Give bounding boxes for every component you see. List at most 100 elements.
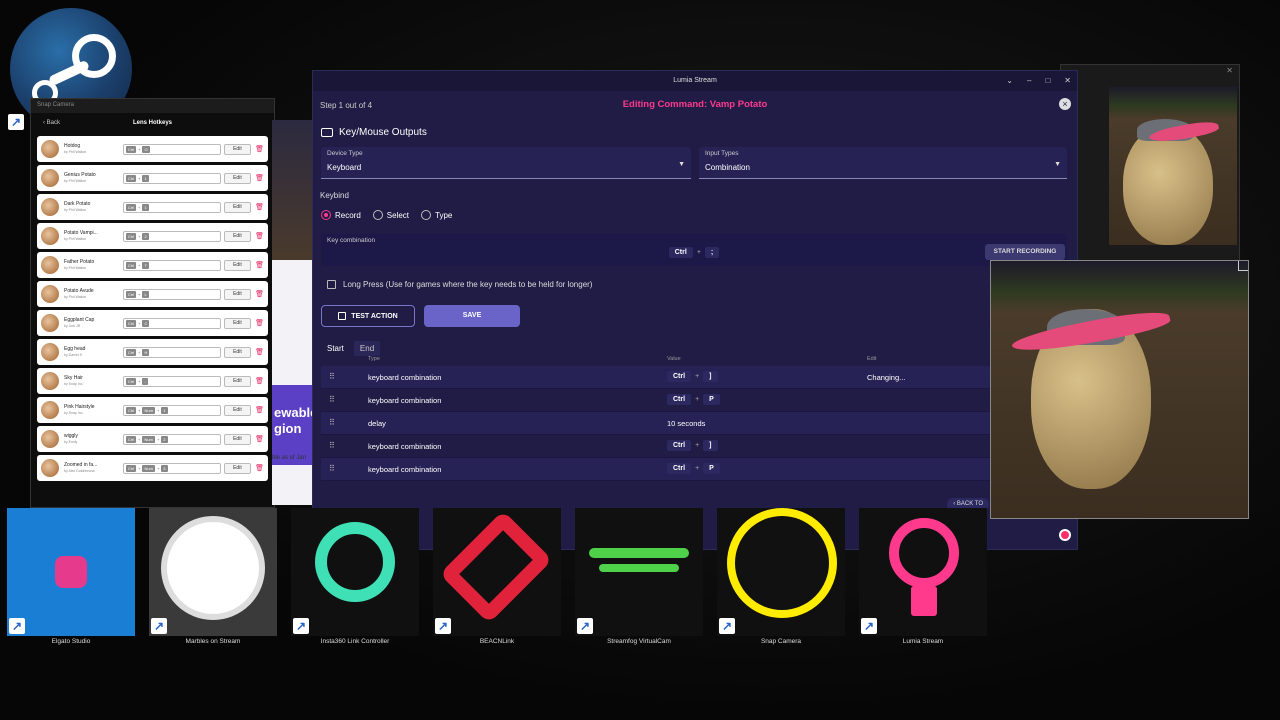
- tab-start[interactable]: Start: [321, 341, 350, 356]
- hotkey-field[interactable]: Ctrl + Num +1: [122, 404, 221, 416]
- hotkey-field[interactable]: Ctrl + Num +3: [122, 462, 221, 474]
- table-row[interactable]: ⠿ keyboard combination Ctrl + ] Changing…: [321, 366, 1067, 389]
- trash-icon[interactable]: 🗑: [255, 435, 264, 443]
- shortcut-arrow-icon: ↗: [719, 618, 735, 634]
- edit-button[interactable]: Edit: [223, 230, 252, 242]
- trash-icon[interactable]: 🗑: [255, 203, 264, 211]
- edit-button[interactable]: Edit: [223, 259, 252, 271]
- desktop-shortcut[interactable]: ↗ Insta360 Link Controller: [291, 508, 419, 648]
- table-row[interactable]: ⠿ keyboard combination Ctrl + P: [321, 389, 1067, 412]
- key-chip: Ctrl: [668, 247, 693, 258]
- drag-handle-icon[interactable]: ⠿: [329, 418, 335, 427]
- hotkey-field[interactable]: Ctrl + L: [122, 288, 221, 300]
- shortcut-label: Insta360 Link Controller: [320, 638, 390, 645]
- edit-button[interactable]: Edit: [223, 433, 252, 445]
- lens-avatar: [41, 198, 59, 216]
- trash-icon[interactable]: 🗑: [255, 261, 264, 269]
- trash-icon[interactable]: 🗑: [255, 145, 264, 153]
- row-value: 10 seconds: [667, 419, 706, 428]
- desktop-shortcut[interactable]: ↗ Streamfog VirtualCam: [575, 508, 703, 648]
- radio-select[interactable]: Select: [372, 210, 409, 220]
- desktop-shortcut[interactable]: ↗ Marbles on Stream: [149, 508, 277, 648]
- hotkey-field[interactable]: Ctrl + C: [122, 317, 221, 329]
- trash-icon[interactable]: 🗑: [255, 406, 264, 414]
- trash-icon[interactable]: 🗑: [255, 174, 264, 182]
- app-icon: [149, 508, 277, 636]
- desktop-shortcut[interactable]: ↗ BEACNLink: [433, 508, 561, 648]
- input-types-select[interactable]: Input Types Combination ▼: [699, 147, 1067, 179]
- record-indicator-icon[interactable]: [1059, 529, 1071, 541]
- hotkey-field[interactable]: Ctrl + Num +2: [122, 433, 221, 445]
- close-icon[interactable]: ✕: [1226, 66, 1233, 75]
- row-edit[interactable]: Changing...: [867, 373, 905, 382]
- trash-icon[interactable]: 🗑: [255, 348, 264, 356]
- edit-button[interactable]: Edit: [223, 462, 252, 474]
- edit-button[interactable]: Edit: [223, 317, 252, 329]
- close-icon[interactable]: ✕: [1064, 71, 1071, 91]
- lens-row: Father Potato by Phil Walton Ctrl + T Edit …: [37, 252, 268, 278]
- caret-down-icon: ▼: [1054, 161, 1061, 168]
- edit-button[interactable]: Edit: [223, 143, 252, 155]
- key-chip: -: [142, 377, 148, 385]
- radio-unchecked-icon: [421, 210, 432, 220]
- shortcut-label: Lumia Stream: [902, 638, 944, 645]
- hotkey-field[interactable]: Ctrl + -: [122, 375, 221, 387]
- edit-button[interactable]: Edit: [223, 288, 252, 300]
- trash-icon[interactable]: 🗑: [255, 319, 264, 327]
- start-recording-button[interactable]: START RECORDING: [985, 244, 1065, 260]
- radio-type[interactable]: Type: [421, 210, 452, 220]
- desktop-shortcut[interactable]: ↗ Lumia Stream: [859, 508, 987, 648]
- test-action-button[interactable]: TEST ACTION: [321, 305, 415, 327]
- desktop-shortcut[interactable]: ↗ Elgato Studio: [7, 508, 135, 648]
- table-row[interactable]: ⠿ keyboard combination Ctrl + ]: [321, 435, 1067, 458]
- edit-button[interactable]: Edit: [223, 346, 252, 358]
- hotkey-field[interactable]: Ctrl + O: [122, 143, 221, 155]
- edit-button[interactable]: Edit: [223, 201, 252, 213]
- trash-icon[interactable]: 🗑: [255, 290, 264, 298]
- drag-handle-icon[interactable]: ⠿: [329, 441, 335, 450]
- trash-icon[interactable]: 🗑: [255, 377, 264, 385]
- column-edit: Edit: [867, 356, 877, 362]
- row-value: Ctrl + P: [667, 463, 720, 474]
- key-combination-field[interactable]: Key combination Ctrl + ;: [321, 234, 1067, 266]
- drag-handle-icon[interactable]: ⠿: [329, 395, 335, 404]
- key-chip: Ctrl: [125, 145, 137, 153]
- hotkey-field[interactable]: Ctrl +2: [122, 230, 221, 242]
- corner-handle-icon[interactable]: [1238, 261, 1248, 271]
- lens-avatar: [41, 227, 59, 245]
- edit-button[interactable]: Edit: [223, 404, 252, 416]
- checkbox-icon[interactable]: [327, 280, 336, 289]
- lens-name: Eggplant Cap by Joel JR: [64, 317, 95, 328]
- dropdown-icon[interactable]: ⌄: [1006, 71, 1013, 91]
- app-icon: [433, 508, 561, 636]
- radio-record[interactable]: Record: [321, 210, 361, 220]
- device-type-select[interactable]: Device Type Keyboard ▼: [321, 147, 691, 179]
- desktop-shortcut[interactable]: ↗ Snap Camera: [717, 508, 845, 648]
- close-dialog-icon[interactable]: ×: [1059, 98, 1071, 110]
- trash-icon[interactable]: 🗑: [255, 464, 264, 472]
- drag-handle-icon[interactable]: ⠿: [329, 372, 335, 381]
- drag-handle-icon[interactable]: ⠿: [329, 464, 335, 473]
- edit-button[interactable]: Edit: [223, 375, 252, 387]
- key-chip: P: [703, 463, 720, 474]
- radio-checked-icon: [321, 210, 331, 220]
- edit-button[interactable]: Edit: [223, 172, 252, 184]
- table-row[interactable]: ⠿ keyboard combination Ctrl + P: [321, 458, 1067, 481]
- tab-end[interactable]: End: [353, 341, 381, 356]
- lens-avatar: [41, 372, 59, 390]
- minimize-icon[interactable]: –: [1027, 71, 1031, 91]
- hotkey-field[interactable]: Ctrl +1: [122, 172, 221, 184]
- save-button[interactable]: SAVE: [424, 305, 520, 327]
- maximize-icon[interactable]: □: [1045, 71, 1050, 91]
- hotkey-field[interactable]: Ctrl + H: [122, 346, 221, 358]
- trash-icon[interactable]: 🗑: [255, 232, 264, 240]
- table-row[interactable]: ⠿ delay 10 seconds: [321, 412, 1067, 435]
- hotkey-field[interactable]: Ctrl +1: [122, 201, 221, 213]
- lens-name: Potato Vampi... by Phil Walton: [64, 230, 98, 241]
- key-chip: C: [142, 319, 150, 327]
- lens-name: Sky Hair by Snap Inc.: [64, 375, 84, 386]
- shortcut-arrow-icon: ↗: [577, 618, 593, 634]
- hotkey-field[interactable]: Ctrl + T: [122, 259, 221, 271]
- lens-row: Zoomed in fa... by Alex Doldrinnoss Ctrl +…: [37, 455, 268, 481]
- long-press-option[interactable]: Long Press (Use for games where the key …: [327, 280, 592, 289]
